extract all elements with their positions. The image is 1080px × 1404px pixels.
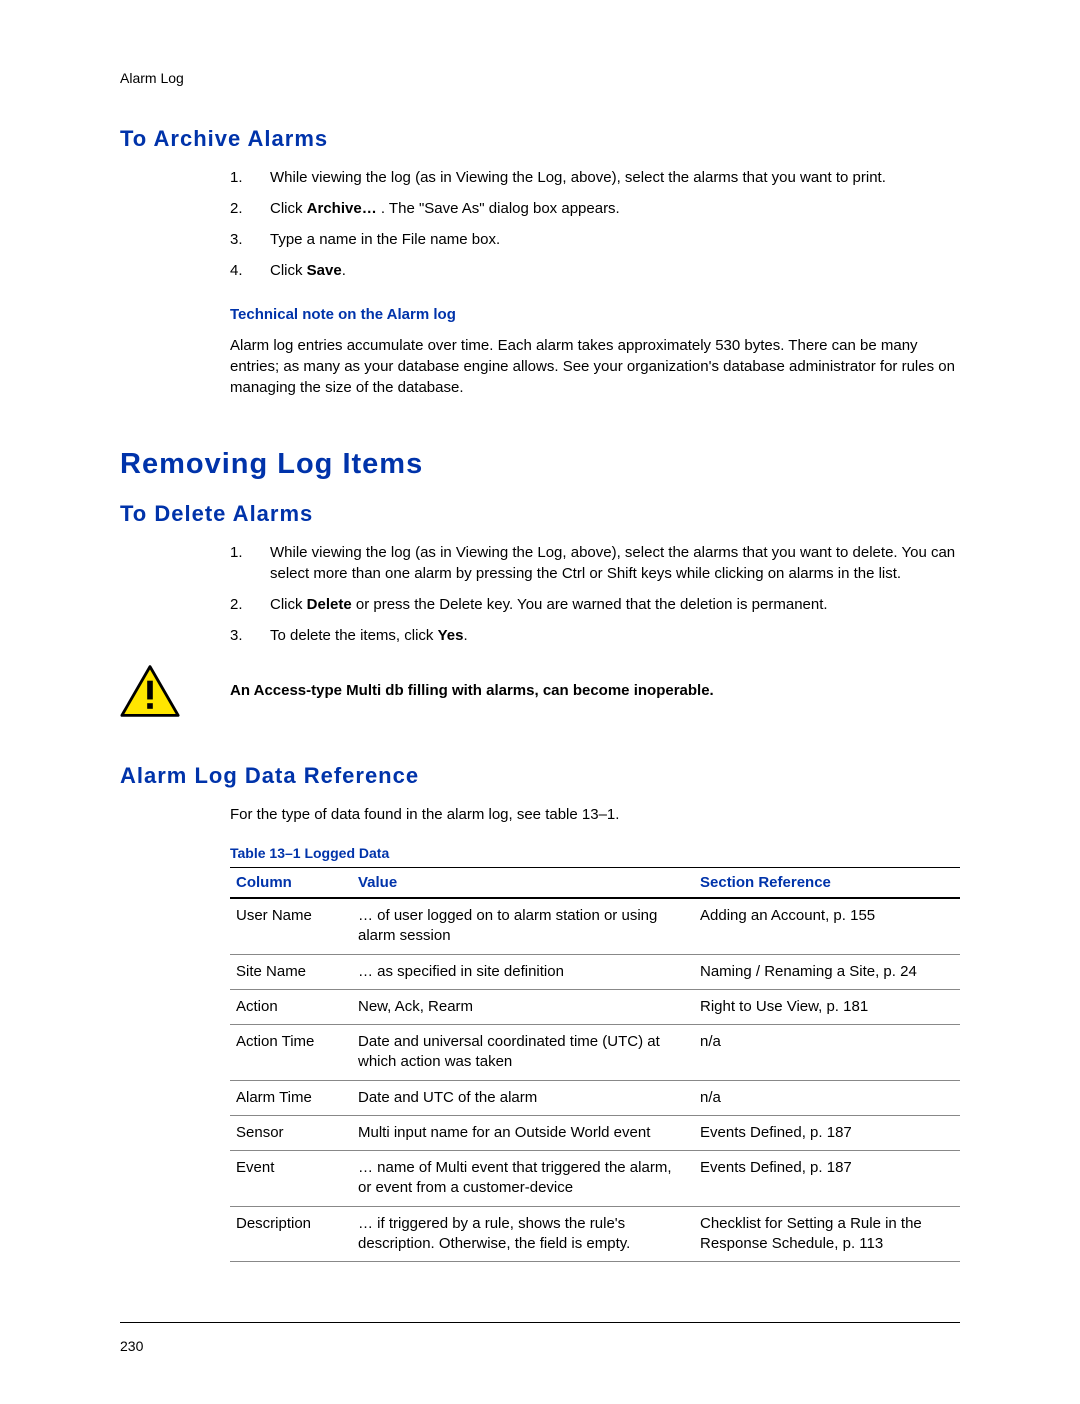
page-footer: 230 — [120, 1322, 960, 1354]
heading-data-reference: Alarm Log Data Reference — [120, 763, 960, 789]
warning-block: An Access-type Multi db filling with ala… — [120, 664, 960, 723]
table-cell: … if triggered by a rule, shows the rule… — [352, 1206, 694, 1262]
table-cell: Alarm Time — [230, 1080, 352, 1115]
table-row: Description… if triggered by a rule, sho… — [230, 1206, 960, 1262]
table-row: Site Name… as specified in site definiti… — [230, 954, 960, 989]
heading-removing-log-items: Removing Log Items — [120, 448, 960, 481]
archive-steps: 1. While viewing the log (as in Viewing … — [230, 167, 960, 281]
list-item: 2. Click Archive… . The "Save As" dialog… — [230, 198, 960, 219]
table-header-row: Column Value Section Reference — [230, 868, 960, 899]
table-header-column: Column — [230, 868, 352, 899]
table-row: Action TimeDate and universal coordinate… — [230, 1025, 960, 1081]
step-number: 3. — [230, 229, 270, 250]
step-number: 4. — [230, 260, 270, 281]
reference-intro: For the type of data found in the alarm … — [230, 804, 960, 825]
step-text: Click Save. — [270, 260, 960, 281]
table-header-section-ref: Section Reference — [694, 868, 960, 899]
step-text: To delete the items, click Yes. — [270, 625, 960, 646]
step-number: 3. — [230, 625, 270, 646]
list-item: 4. Click Save. — [230, 260, 960, 281]
table-cell: Description — [230, 1206, 352, 1262]
technical-note-heading: Technical note on the Alarm log — [230, 306, 960, 323]
step-number: 1. — [230, 542, 270, 584]
list-item: 2. Click Delete or press the Delete key.… — [230, 594, 960, 615]
step-number: 2. — [230, 594, 270, 615]
logged-data-table: Column Value Section Reference User Name… — [230, 867, 960, 1262]
table-cell: Event — [230, 1151, 352, 1207]
warning-triangle-icon — [120, 664, 180, 723]
table-cell: Date and UTC of the alarm — [352, 1080, 694, 1115]
table-cell: Date and universal coordinated time (UTC… — [352, 1025, 694, 1081]
table-cell: Right to Use View, p. 181 — [694, 989, 960, 1024]
table-header-value: Value — [352, 868, 694, 899]
reference-content: For the type of data found in the alarm … — [230, 804, 960, 1262]
step-number: 2. — [230, 198, 270, 219]
technical-note-body: Alarm log entries accumulate over time. … — [230, 335, 960, 398]
table-cell: User Name — [230, 898, 352, 954]
archive-content: 1. While viewing the log (as in Viewing … — [230, 167, 960, 398]
table-cell: Checklist for Setting a Rule in the Resp… — [694, 1206, 960, 1262]
step-text: While viewing the log (as in Viewing the… — [270, 167, 960, 188]
table-cell: n/a — [694, 1025, 960, 1081]
list-item: 3. Type a name in the File name box. — [230, 229, 960, 250]
table-cell: … as specified in site definition — [352, 954, 694, 989]
list-item: 1. While viewing the log (as in Viewing … — [230, 542, 960, 584]
list-item: 1. While viewing the log (as in Viewing … — [230, 167, 960, 188]
delete-steps: 1. While viewing the log (as in Viewing … — [230, 542, 960, 646]
table-cell: Sensor — [230, 1115, 352, 1150]
step-number: 1. — [230, 167, 270, 188]
step-text: Type a name in the File name box. — [270, 229, 960, 250]
table-cell: Multi input name for an Outside World ev… — [352, 1115, 694, 1150]
list-item: 3. To delete the items, click Yes. — [230, 625, 960, 646]
table-cell: Events Defined, p. 187 — [694, 1115, 960, 1150]
table-cell: … name of Multi event that triggered the… — [352, 1151, 694, 1207]
table-cell: New, Ack, Rearm — [352, 989, 694, 1024]
table-row: Alarm TimeDate and UTC of the alarmn/a — [230, 1080, 960, 1115]
page-header-label: Alarm Log — [120, 70, 960, 86]
warning-text: An Access-type Multi db filling with ala… — [230, 664, 714, 699]
table-row: SensorMulti input name for an Outside Wo… — [230, 1115, 960, 1150]
table-cell: n/a — [694, 1080, 960, 1115]
delete-content: 1. While viewing the log (as in Viewing … — [230, 542, 960, 646]
heading-delete-alarms: To Delete Alarms — [120, 501, 960, 527]
page-number: 230 — [120, 1338, 143, 1354]
table-cell: Action — [230, 989, 352, 1024]
page: Alarm Log To Archive Alarms 1. While vie… — [0, 0, 1080, 1404]
table-caption: Table 13–1 Logged Data — [230, 845, 960, 861]
table-row: User Name… of user logged on to alarm st… — [230, 898, 960, 954]
table-cell: Action Time — [230, 1025, 352, 1081]
step-text: Click Delete or press the Delete key. Yo… — [270, 594, 960, 615]
table-cell: Naming / Renaming a Site, p. 24 — [694, 954, 960, 989]
table-row: Event… name of Multi event that triggere… — [230, 1151, 960, 1207]
table-cell: Site Name — [230, 954, 352, 989]
table-cell: Adding an Account, p. 155 — [694, 898, 960, 954]
table-cell: … of user logged on to alarm station or … — [352, 898, 694, 954]
step-text: While viewing the log (as in Viewing the… — [270, 542, 960, 584]
table-row: ActionNew, Ack, RearmRight to Use View, … — [230, 989, 960, 1024]
table-cell: Events Defined, p. 187 — [694, 1151, 960, 1207]
heading-archive-alarms: To Archive Alarms — [120, 126, 960, 152]
step-text: Click Archive… . The "Save As" dialog bo… — [270, 198, 960, 219]
